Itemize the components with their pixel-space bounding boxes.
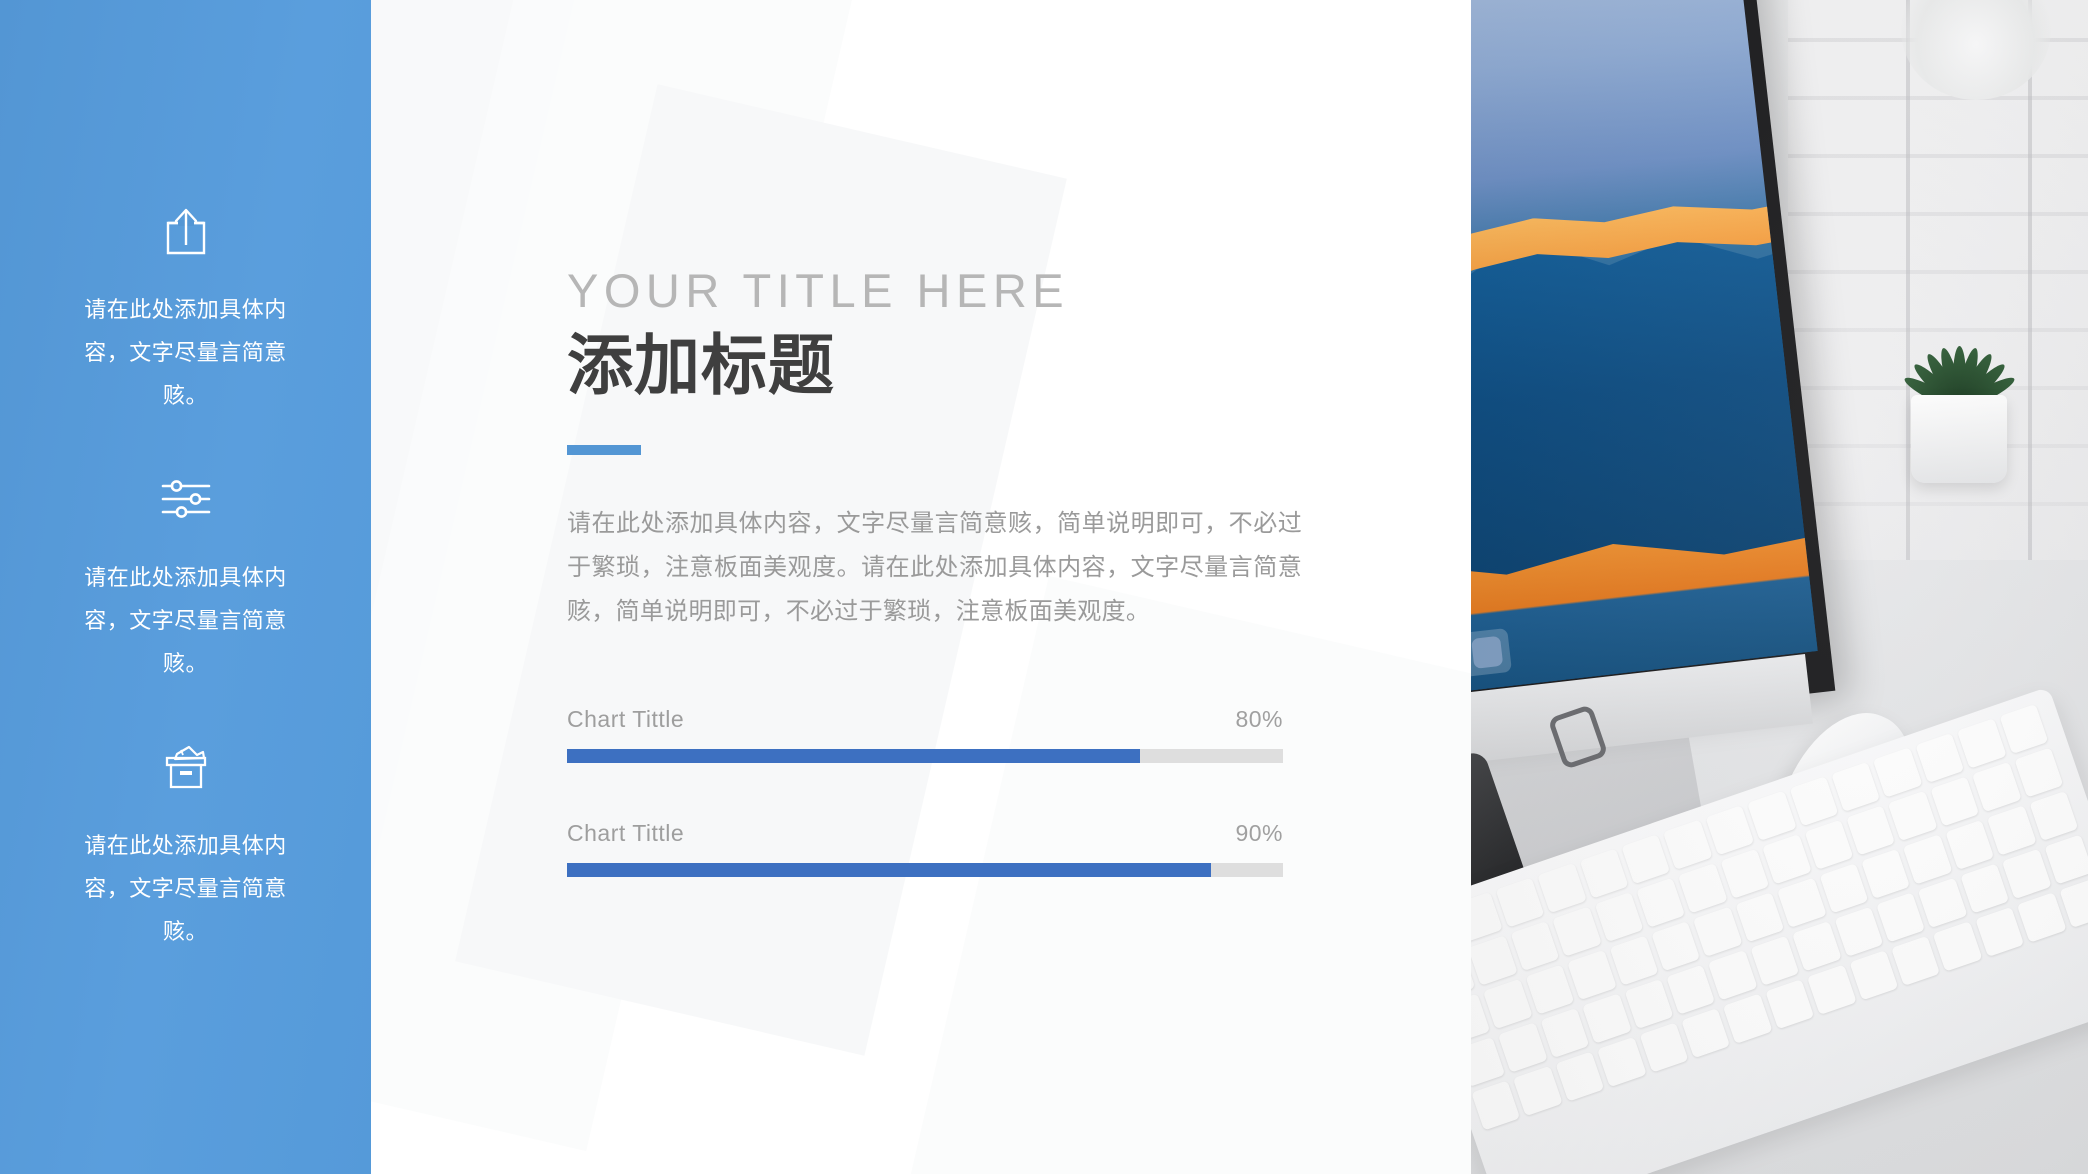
- sliders-settings-icon: [146, 464, 226, 534]
- body-paragraph: 请在此处添加具体内容，文字尽量言简意赅，简单说明即可，不必过于繁琐，注意板面美观…: [567, 510, 1302, 626]
- plant-pot: [1911, 395, 2007, 483]
- desk-photo: [1471, 0, 2088, 1174]
- progress-fill: [567, 863, 1212, 878]
- succulent-plant: [1889, 282, 2031, 414]
- sidebar-item-3[interactable]: 请在此处添加具体内容，文字尽量言简意赅。: [0, 732, 371, 953]
- sidebar-item-label: 请在此处添加具体内容，文字尽量言简意赅。: [84, 833, 287, 944]
- chart-label: Chart Tittle: [567, 820, 685, 847]
- progress-track[interactable]: [567, 749, 1283, 764]
- slide-canvas: 请在此处添加具体内容，文字尽量言简意赅。 请在此处添加具体内容，文字尽量言简意赅…: [0, 0, 2088, 1174]
- sidebar: 请在此处添加具体内容，文字尽量言简意赅。 请在此处添加具体内容，文字尽量言简意赅…: [0, 0, 371, 1174]
- chart-value-label: 80%: [1235, 706, 1283, 733]
- chart-row: Chart Tittle 80%: [567, 706, 1283, 764]
- chart-label: Chart Tittle: [567, 706, 685, 733]
- sidebar-item-label: 请在此处添加具体内容，文字尽量言简意赅。: [84, 565, 287, 676]
- sidebar-item-1[interactable]: 请在此处添加具体内容，文字尽量言简意赅。: [0, 196, 371, 417]
- progress-chart-group: Chart Tittle 80% Chart Tittle 90%: [567, 706, 1283, 878]
- progress-track[interactable]: [567, 863, 1283, 878]
- archive-box-icon: [146, 732, 226, 802]
- upload-box-icon: [146, 196, 226, 266]
- accent-rule: [567, 445, 641, 456]
- sidebar-item-label: 请在此处添加具体内容，文字尽量言简意赅。: [84, 297, 287, 408]
- main-content-panel: YOUR TITLE HERE 添加标题 请在此处添加具体内容，文字尽量言简意赅…: [371, 0, 1471, 1174]
- sky-glow: [1471, 0, 1477, 235]
- sidebar-item-2[interactable]: 请在此处添加具体内容，文字尽量言简意赅。: [0, 464, 371, 685]
- chart-value-label: 90%: [1235, 820, 1283, 847]
- progress-fill: [567, 749, 1140, 764]
- chart-row: Chart Tittle 90%: [567, 820, 1283, 878]
- page-title: 添加标题: [567, 328, 835, 402]
- eyebrow-title: YOUR TITLE HERE: [567, 264, 1070, 317]
